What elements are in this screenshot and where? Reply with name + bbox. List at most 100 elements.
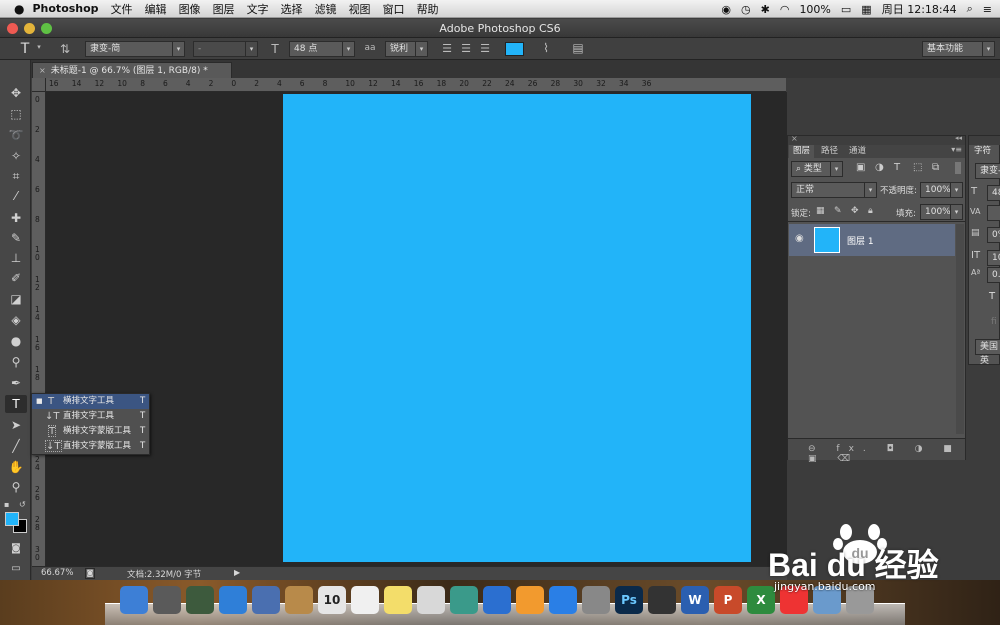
filter-smart-object-icon[interactable]: ⧉ [932, 162, 939, 173]
preview-icon[interactable] [252, 586, 280, 614]
zoom-tool-icon[interactable]: ⚲ [5, 478, 27, 496]
filter-toggle[interactable] [955, 162, 961, 174]
contacts-icon[interactable] [285, 586, 313, 614]
blend-mode-select[interactable]: 正常 ▾ [791, 182, 877, 198]
filter-type-icon[interactable]: T [894, 162, 900, 173]
ligature-icon[interactable]: fi [991, 317, 997, 327]
system-preferences-icon[interactable] [582, 586, 610, 614]
menu-filter[interactable]: 滤镜 [315, 1, 337, 17]
tab-paths[interactable]: 路径 [817, 145, 842, 158]
layer-thumbnail[interactable] [814, 227, 840, 253]
move-tool-icon[interactable]: ✥ [5, 84, 27, 102]
type-tool-icon[interactable]: T [5, 395, 27, 413]
calendar-icon[interactable]: 10 [318, 586, 346, 614]
flyout-item-vertical-type[interactable]: ↓T 直排文字工具 T [32, 409, 149, 424]
wifi-icon[interactable]: ◠ [780, 3, 790, 16]
align-left-icon[interactable]: ☰ [440, 42, 454, 55]
clone-stamp-tool-icon[interactable]: ⊥ [5, 249, 27, 267]
tracking-field[interactable]: 0% [987, 227, 1000, 243]
crop-tool-icon[interactable]: ⌗ [5, 167, 27, 185]
launchpad-icon[interactable] [153, 586, 181, 614]
tab-character[interactable]: 字符 [970, 145, 996, 158]
filter-adjustment-icon[interactable]: ◑ [875, 162, 884, 173]
path-selection-tool-icon[interactable]: ➤ [5, 416, 27, 434]
healing-brush-tool-icon[interactable]: ✚ [5, 209, 27, 227]
document-tab[interactable]: × 未标题-1 @ 66.7% (图层 1, RGB/8) * [32, 62, 232, 78]
lock-image-icon[interactable]: ✎ [834, 206, 842, 216]
workspace-select[interactable]: 基本功能 ▾ [922, 41, 995, 57]
close-panel-icon[interactable]: × [791, 134, 798, 143]
type-tool-preset-icon[interactable]: T [17, 41, 33, 57]
notification-center-icon[interactable]: ≡ [983, 3, 992, 16]
menu-window[interactable]: 窗口 [383, 1, 405, 17]
appstore-icon[interactable] [549, 586, 577, 614]
menu-help[interactable]: 帮助 [417, 1, 439, 17]
align-center-icon[interactable]: ☰ [459, 42, 473, 55]
itunes-icon[interactable] [483, 586, 511, 614]
swap-colors-icon[interactable]: ↺ [19, 500, 26, 509]
photo-icon[interactable] [450, 586, 478, 614]
eraser-tool-icon[interactable]: ◪ [5, 290, 27, 308]
font-size-select[interactable]: 48 点 ▾ [289, 41, 355, 57]
ruler-origin[interactable] [32, 78, 46, 92]
layer-row[interactable]: ◉ 图层 1 [789, 224, 955, 256]
paint-bucket-tool-icon[interactable]: ◈ [5, 311, 27, 329]
excel-icon[interactable]: X [747, 586, 775, 614]
foreground-color-swatch[interactable] [5, 512, 19, 526]
collapse-panel-icon[interactable]: ◂◂ [955, 134, 962, 142]
eyedropper-tool-icon[interactable]: ⁄ [5, 187, 27, 205]
line-tool-icon[interactable]: ╱ [5, 437, 27, 455]
layers-scrollbar[interactable] [956, 224, 964, 434]
kerning-field[interactable] [987, 205, 1000, 221]
blur-tool-icon[interactable]: ● [5, 332, 27, 350]
apple-menu-icon[interactable]: ● [14, 2, 24, 16]
character-size-field[interactable]: 48 [987, 185, 1000, 201]
quick-mask-icon[interactable]: ◙ [5, 540, 27, 558]
faux-bold-icon[interactable]: T [989, 291, 995, 302]
finder-icon[interactable] [120, 586, 148, 614]
menu-file[interactable]: 文件 [111, 1, 133, 17]
app-menu[interactable]: Photoshop [32, 2, 98, 15]
screen-mode-icon[interactable]: ▭ [5, 560, 27, 578]
status-menu-arrow-icon[interactable]: ▶ [234, 568, 240, 577]
bluetooth-icon[interactable]: ✱ [761, 3, 770, 16]
antialias-select[interactable]: 锐利 ▾ [385, 41, 428, 57]
dashboard-icon[interactable] [186, 586, 214, 614]
menu-image[interactable]: 图像 [179, 1, 201, 17]
text-color-swatch[interactable] [505, 42, 524, 56]
word-icon[interactable]: W [681, 586, 709, 614]
battery-icon[interactable]: ▭ [841, 3, 851, 16]
input-method-icon[interactable]: ▦ [861, 3, 871, 16]
battery-text[interactable]: 100% [799, 3, 830, 16]
brush-tool-icon[interactable]: ✎ [5, 229, 27, 247]
safari-icon[interactable] [219, 586, 247, 614]
ibooks-icon[interactable] [516, 586, 544, 614]
powerpoint-icon[interactable]: P [714, 586, 742, 614]
menu-type[interactable]: 文字 [247, 1, 269, 17]
pen-tool-icon[interactable]: ✒ [5, 374, 27, 392]
lock-transparent-icon[interactable]: ▦ [816, 206, 825, 216]
tab-channels[interactable]: 通道 [845, 145, 870, 158]
leading-field[interactable]: 10 [987, 250, 1000, 266]
time-machine-icon[interactable]: ◷ [741, 3, 751, 16]
mail-icon[interactable] [417, 586, 445, 614]
menu-edit[interactable]: 编辑 [145, 1, 167, 17]
opacity-field[interactable]: 100% ▾ [920, 182, 963, 198]
lock-position-icon[interactable]: ✥ [851, 206, 859, 216]
character-font-select[interactable]: 隶变- [975, 163, 1000, 179]
qq-status-icon[interactable]: ◉ [721, 3, 731, 16]
photoshop-icon[interactable]: Ps [615, 586, 643, 614]
reminders-icon[interactable] [351, 586, 379, 614]
tab-layers[interactable]: 图层 [789, 145, 815, 158]
flyout-item-horizontal-type-mask[interactable]: T 横排文字蒙版工具 T [32, 424, 149, 439]
notes-icon[interactable] [384, 586, 412, 614]
visibility-eye-icon[interactable]: ◉ [795, 233, 804, 244]
align-right-icon[interactable]: ☰ [478, 42, 492, 55]
spotlight-icon[interactable]: ⌕ [967, 2, 973, 16]
final-cut-icon[interactable] [648, 586, 676, 614]
language-select[interactable]: 美国英 [975, 339, 1000, 366]
fill-field[interactable]: 100% ▾ [920, 204, 963, 220]
default-colors-icon[interactable]: ▪ [4, 500, 9, 509]
document-canvas[interactable] [283, 94, 751, 562]
flyout-item-horizontal-type[interactable]: ■ T 横排文字工具 T [32, 394, 149, 409]
